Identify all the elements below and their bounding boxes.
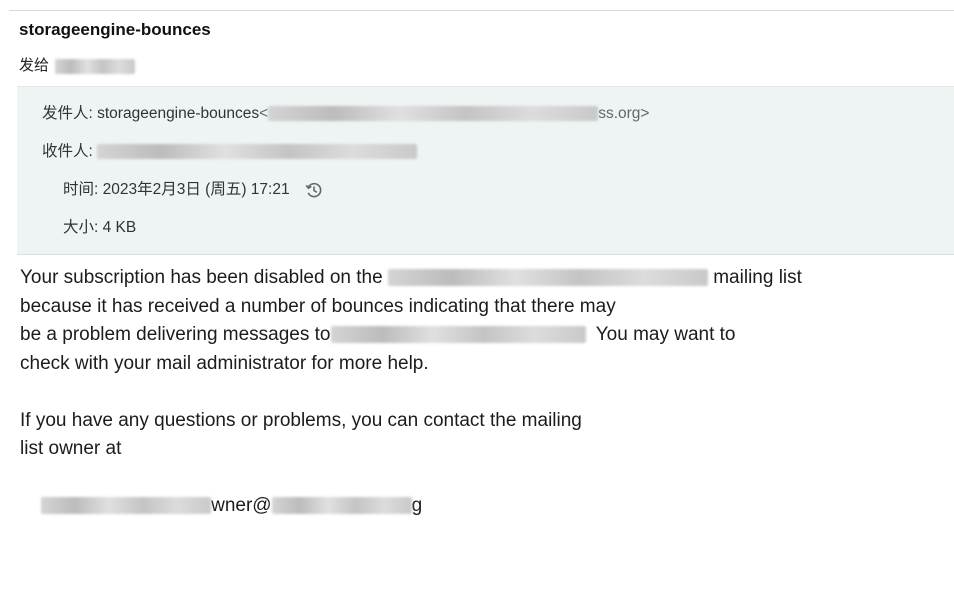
to-row: 收件人: xyxy=(42,139,418,161)
redacted-to-address xyxy=(97,144,418,160)
body-line-4: check with your mail administrator for m… xyxy=(20,352,429,374)
redacted-list-name xyxy=(387,269,708,287)
top-divider xyxy=(9,10,954,11)
from-addr-tail: ss.org> xyxy=(598,105,650,122)
from-name[interactable]: storageengine-bounces xyxy=(97,105,259,122)
time-value: 2023年2月3日 (周五) 17:21 xyxy=(102,181,290,198)
body-line-9a[interactable]: wner@ xyxy=(211,495,271,516)
redacted-recipient xyxy=(55,58,136,74)
email-body: Your subscription has been disabled on t… xyxy=(20,264,802,521)
body-line-1a: Your subscription has been disabled on t… xyxy=(20,267,388,288)
size-label: 大小: xyxy=(63,219,99,236)
body-line-3b: You may want to xyxy=(585,324,736,345)
body-line-9b[interactable]: g xyxy=(412,495,423,516)
time-label: 时间: xyxy=(63,181,99,198)
body-line-7: list owner at xyxy=(20,438,122,459)
to-label: 收件人: xyxy=(42,143,93,160)
body-line-2: because it has received a number of boun… xyxy=(20,295,616,317)
from-label: 发件人: xyxy=(42,105,93,122)
recipient-line: 发给 xyxy=(19,54,136,75)
redacted-owner-domain xyxy=(271,497,412,515)
body-line-6: If you have any questions or problems, y… xyxy=(20,409,582,431)
redacted-subscriber-address xyxy=(330,326,586,344)
time-row: 时间: 2023年2月3日 (周五) 17:21 xyxy=(63,177,324,200)
redacted-owner-prefix xyxy=(41,497,212,515)
from-addr-open: < xyxy=(259,105,269,122)
body-line-1b: mailing list xyxy=(707,267,802,288)
email-subject: storageengine-bounces xyxy=(19,20,211,39)
email-header-panel: 发件人: storageengine-bounces< ss.org> 收件人: … xyxy=(17,86,954,255)
to-prefix: 发给 xyxy=(19,57,50,74)
body-line-3a: be a problem delivering messages to xyxy=(20,324,331,345)
redacted-from-address xyxy=(268,106,599,122)
size-row: 大小: 4 KB xyxy=(63,215,136,237)
history-icon[interactable] xyxy=(304,180,324,200)
size-value: 4 KB xyxy=(102,219,137,236)
from-row: 发件人: storageengine-bounces< ss.org> xyxy=(42,101,649,123)
